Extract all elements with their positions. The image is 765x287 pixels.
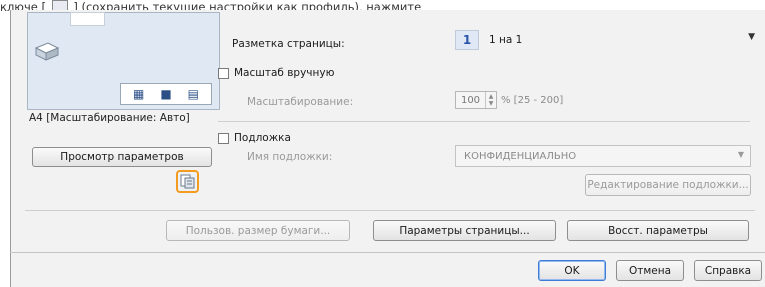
manual-scaling-label: Масштаб вручную xyxy=(234,67,335,79)
footer-divider xyxy=(10,252,765,253)
page-layout-icon: ▦ xyxy=(132,87,145,101)
page-layout-badge: 1 xyxy=(455,30,479,50)
paper-size-caption: A4 [Масштабирование: Авто] xyxy=(29,112,190,124)
printer-preview-icon xyxy=(34,42,60,61)
page-options-button[interactable]: Параметры страницы... xyxy=(373,220,556,241)
watermark-settings-button[interactable] xyxy=(176,170,199,193)
watermark-settings-icon xyxy=(180,174,195,189)
chevron-down-icon: ▼ xyxy=(748,32,755,42)
cancel-button[interactable]: Отмена xyxy=(616,260,684,281)
layout-options-strip: ▦ ■ ▤ xyxy=(120,83,212,105)
restore-defaults-button[interactable]: Восст. параметры xyxy=(567,220,749,241)
spin-arrows-icon[interactable]: ▲ ▼ xyxy=(485,92,496,108)
section-divider xyxy=(218,121,750,122)
ok-button[interactable]: OK xyxy=(538,260,606,281)
scaling-value: 100 xyxy=(460,94,481,106)
edit-watermark-button[interactable]: Редактирование подложки... xyxy=(585,174,751,196)
watermark-label: Подложка xyxy=(234,132,291,144)
scaling-spinbox[interactable]: 100 ▲ ▼ xyxy=(455,91,497,109)
preview-paper-sheet xyxy=(70,12,105,26)
watermark-name-value: КОНФИДЕНЦИАЛЬНО xyxy=(464,150,577,162)
bottom-divider xyxy=(25,210,755,211)
preview-settings-button[interactable]: Просмотр параметров xyxy=(32,147,212,167)
page-layout-value: 1 на 1 xyxy=(489,34,523,46)
scaling-range-text: % [25 - 200] xyxy=(501,95,564,106)
duplex-icon: ■ xyxy=(160,87,172,101)
scaling-label: Масштабирование: xyxy=(247,96,354,108)
chevron-down-icon: ▼ xyxy=(737,150,744,159)
watermark-name-select[interactable]: КОНФИДЕНЦИАЛЬНО ▼ xyxy=(455,145,751,167)
watermark-checkbox[interactable] xyxy=(218,133,229,144)
custom-paper-size-button[interactable]: Пользов. размер бумаги... xyxy=(166,220,350,241)
watermark-name-label: Имя подложки: xyxy=(247,151,333,163)
manual-scaling-checkbox[interactable] xyxy=(218,68,229,79)
page-layout-label: Разметка страницы: xyxy=(232,38,345,50)
help-button[interactable]: Справка xyxy=(694,260,762,281)
page-layout-select[interactable]: 1 1 на 1 ▼ xyxy=(455,28,755,52)
booklet-icon: ▤ xyxy=(187,87,199,101)
